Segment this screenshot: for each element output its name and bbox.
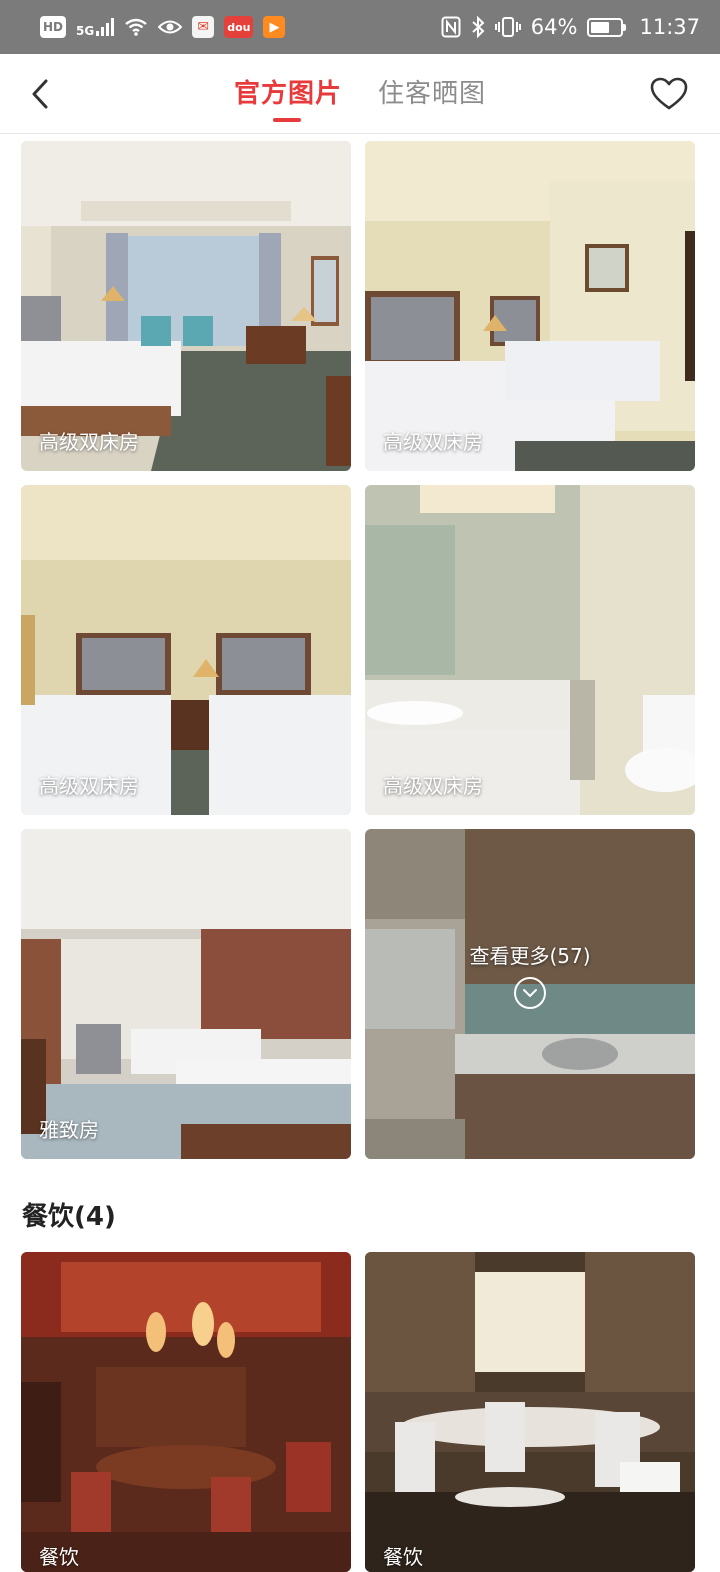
photo-dining-1[interactable]: 餐饮 xyxy=(21,1252,351,1572)
signal-icon xyxy=(96,18,115,36)
chevron-down-icon xyxy=(514,976,546,1009)
room-photo xyxy=(21,485,351,815)
top-nav-bar: 官方图片 住客晒图 xyxy=(0,54,720,134)
dou-app-icon: dou xyxy=(224,16,254,38)
wifi-icon xyxy=(124,17,148,37)
tab-guest-photos[interactable]: 住客晒图 xyxy=(378,76,486,112)
news-app-icon: ✉ xyxy=(192,16,215,38)
photo-caption: 高级双床房 xyxy=(383,430,483,454)
vibrate-icon xyxy=(494,16,521,38)
tab-official-photos[interactable]: 官方图片 xyxy=(234,76,342,112)
photo-caption: 高级双床房 xyxy=(383,774,483,798)
status-right: 64% 11:37 xyxy=(441,15,700,39)
bluetooth-icon xyxy=(471,16,485,38)
view-more-overlay: 查看更多(57) xyxy=(365,829,695,1159)
room-photo xyxy=(365,485,695,815)
active-tab-indicator xyxy=(273,118,301,122)
photo-twin-room-1[interactable]: 高级双床房 xyxy=(21,141,351,471)
room-photo xyxy=(21,829,351,1159)
room-photo xyxy=(365,141,695,471)
photo-twin-room-3[interactable]: 高级双床房 xyxy=(21,485,351,815)
photo-caption: 餐饮 xyxy=(39,1545,79,1569)
battery-icon xyxy=(587,17,627,37)
hd-icon: HD xyxy=(40,16,67,38)
view-more-label: 查看更多(57) xyxy=(469,943,591,968)
dining-photo xyxy=(21,1252,351,1572)
photo-elegant-room[interactable]: 雅致房 xyxy=(21,829,351,1159)
battery-level xyxy=(591,21,610,33)
dining-photo xyxy=(365,1252,695,1572)
status-left: HD 5G ✉ dou ▶ xyxy=(40,16,286,38)
photo-caption: 雅致房 xyxy=(39,1118,99,1142)
photo-bathroom[interactable]: 高级双床房 xyxy=(365,485,695,815)
heart-icon xyxy=(650,77,688,110)
back-button[interactable] xyxy=(22,72,58,116)
network-type: 5G xyxy=(76,24,95,38)
clock: 11:37 xyxy=(639,15,700,39)
section-title-dining: 餐饮(4) xyxy=(22,1202,116,1232)
photo-dining-2[interactable]: 餐饮 xyxy=(365,1252,695,1572)
photo-caption: 餐饮 xyxy=(383,1545,423,1569)
status-bar: HD 5G ✉ dou ▶ 64% 11:37 xyxy=(0,0,720,54)
photo-twin-room-2[interactable]: 高级双床房 xyxy=(365,141,695,471)
room-photo xyxy=(21,141,351,471)
eye-icon xyxy=(158,18,183,36)
battery-percent: 64% xyxy=(530,15,578,39)
view-more-tile[interactable]: 查看更多(57) xyxy=(365,829,695,1159)
nfc-icon xyxy=(441,16,461,38)
chevron-left-icon xyxy=(32,79,48,109)
video-app-icon: ▶ xyxy=(263,16,286,38)
favorite-button[interactable] xyxy=(648,74,690,114)
photo-caption: 高级双床房 xyxy=(39,430,139,454)
photo-caption: 高级双床房 xyxy=(39,774,139,798)
